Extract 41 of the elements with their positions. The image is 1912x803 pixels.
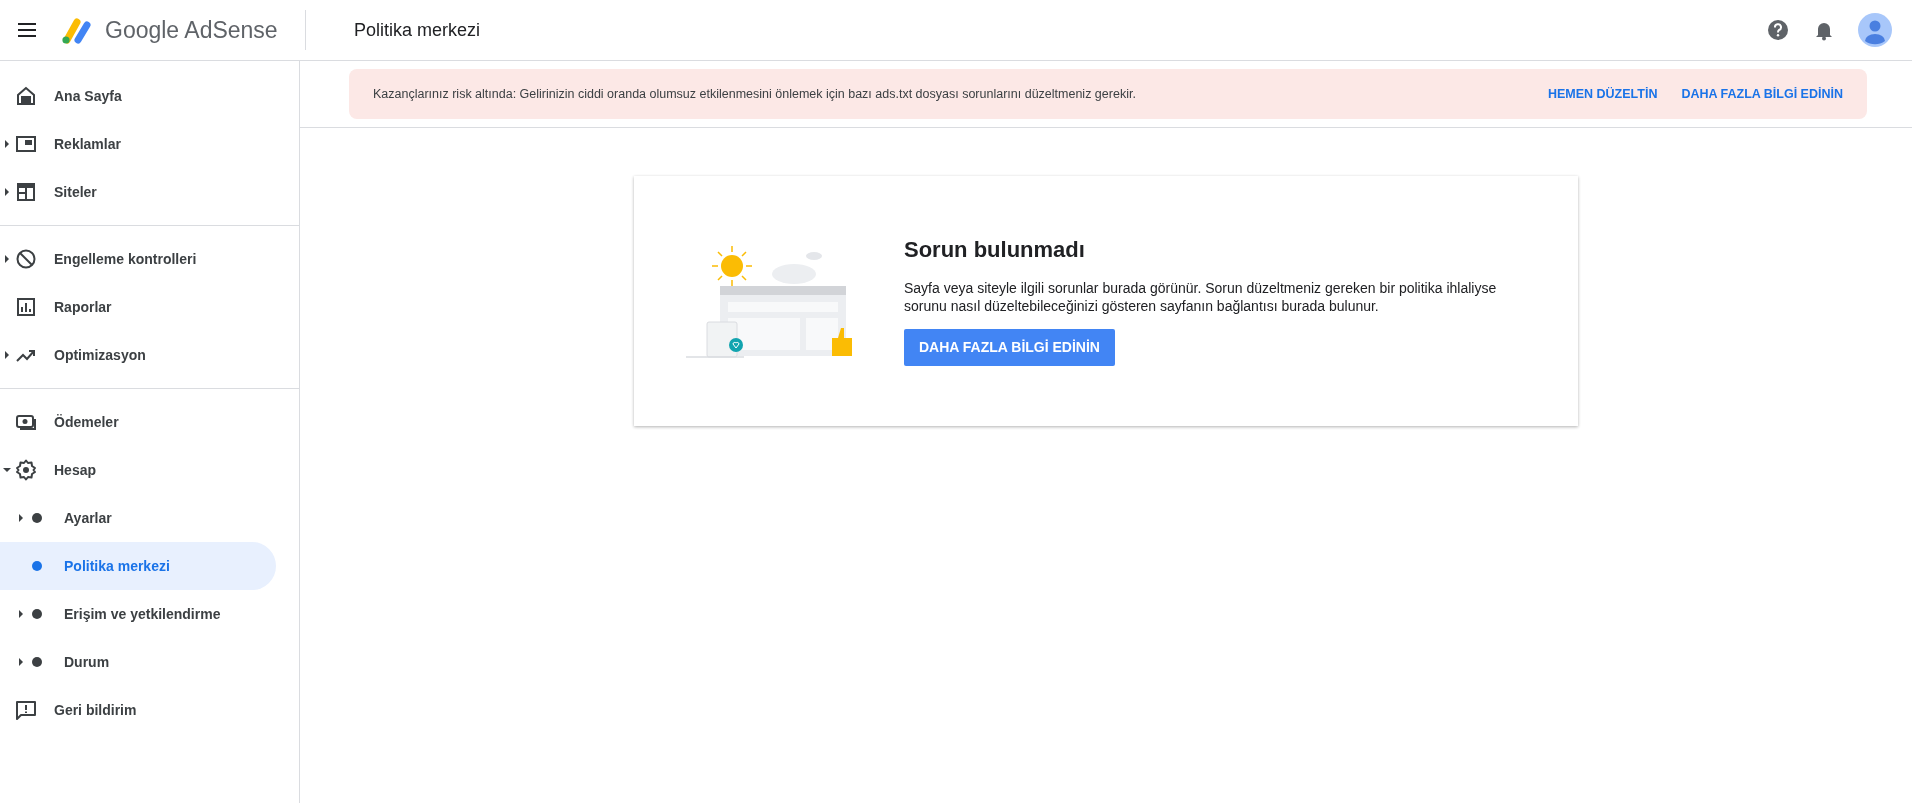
block-icon [14,247,38,271]
home-icon [14,84,38,108]
sidebar-item[interactable]: Siteler [0,168,276,216]
caret-right-icon[interactable] [3,188,11,196]
caret-right-icon[interactable] [3,140,11,148]
learn-more-button[interactable]: DAHA FAZLA BİLGİ EDİNİN [904,328,1115,366]
sidebar-item[interactable]: Raporlar [0,283,276,331]
page-title: Politika merkezi [354,19,482,41]
sidebar-subitem[interactable]: Erişim ve yetkilendirme [0,590,276,638]
sidebar-item[interactable]: Ana Sayfa [0,72,276,120]
banner-message: Kazançlarınız risk altında: Gelirinizin ciddi oranda olumsuz etkilenmesini önlemek için bazı ads.txt dosyası sorunlarını düzeltmeniz gerekir. [373,87,1137,101]
feedback-icon [14,698,38,722]
bullet-icon [32,513,42,523]
sidebar-subitem[interactable]: Durum [0,638,276,686]
sidebar-item[interactable]: Optimizasyon [0,331,276,379]
site-icon [14,180,38,204]
bullet-icon [32,609,42,619]
sidebar-item[interactable]: Reklamlar [0,120,276,168]
caret-right-icon[interactable] [17,514,25,522]
brand-name: Google AdSense [105,16,279,44]
bullet-icon [32,657,42,667]
help-icon[interactable] [1766,18,1790,42]
sidebar-item[interactable]: Hesap [0,446,276,494]
bullet-icon [32,561,42,571]
sidebar-item[interactable]: Ödemeler [0,398,276,446]
caret-right-icon[interactable] [3,255,11,263]
avatar-icon[interactable] [1858,13,1892,47]
sidebar-item[interactable]: Engelleme kontrolleri [0,235,276,283]
gear-icon [14,458,38,482]
caret-right-icon[interactable] [17,658,25,666]
sidebar-item[interactable]: Geri bildirim [0,686,276,734]
caret-right-icon[interactable] [17,610,25,618]
report-icon [14,295,38,319]
caret-right-icon[interactable] [3,351,11,359]
banner-link[interactable]: DAHA FAZLA BİLGİ EDİNİN [1681,87,1843,101]
sidebar-subitem[interactable]: Politika merkezi [0,542,276,590]
caret-down-icon[interactable] [3,466,11,474]
sidebar-subitem[interactable]: Ayarlar [0,494,276,542]
card-description: Sayfa veya siteyle ilgili sorunlar burada görünür. Sorun düzeltmeniz gereken bir politika ihlaliyse sorunu nasıl düzeltebileceğinizi gösteren sayfanın bağlantısı burada bulunur. [904,278,1498,315]
banner-link[interactable]: HEMEN DÜZELTİN [1547,87,1658,101]
card-title: Sorun bulunmadı [904,236,1086,263]
